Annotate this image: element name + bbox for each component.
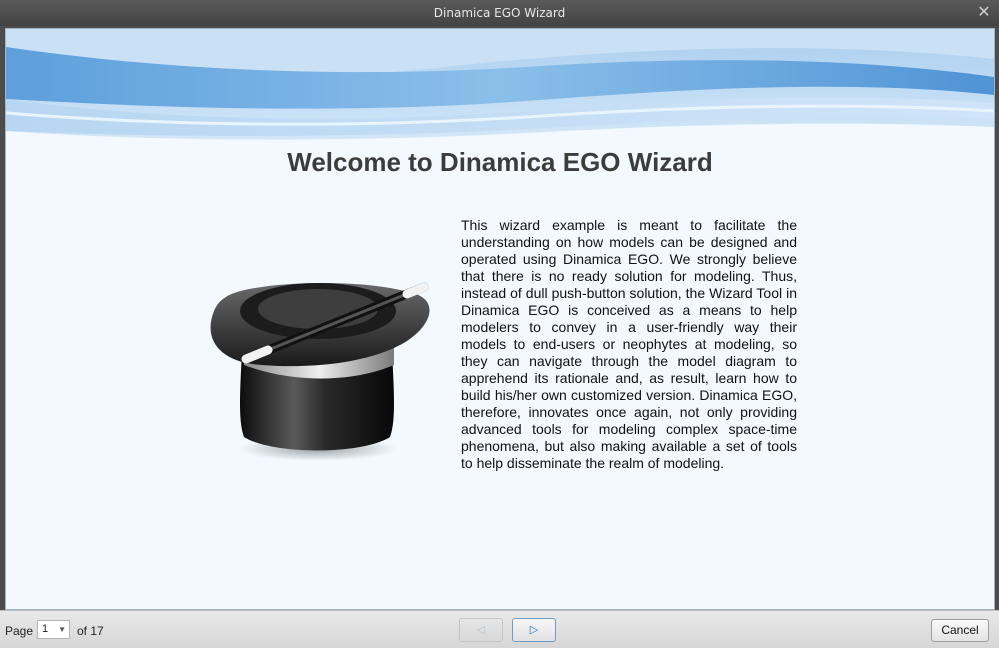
page-label: Page bbox=[5, 624, 34, 638]
wizard-window: Dinamica EGO Wizard ✕ Welcome to Dinamic… bbox=[0, 0, 999, 648]
title-bar: Dinamica EGO Wizard ✕ bbox=[0, 0, 999, 26]
page-selector[interactable]: 1 ▼ bbox=[37, 620, 70, 639]
wizard-footer: Page 1 ▼ of 17 ◁ ▷ Cancel bbox=[0, 610, 999, 648]
next-page-button[interactable]: ▷ bbox=[512, 618, 556, 642]
triangle-left-icon: ◁ bbox=[476, 624, 486, 636]
close-button[interactable]: ✕ bbox=[975, 3, 993, 21]
triangle-right-icon: ▷ bbox=[529, 624, 539, 636]
cancel-button[interactable]: Cancel bbox=[931, 619, 989, 642]
header-banner bbox=[6, 29, 994, 149]
page-selector-value: 1 bbox=[42, 623, 49, 635]
page-count-label: of 17 bbox=[77, 624, 104, 638]
wizard-description: This wizard example is meant to facilita… bbox=[461, 217, 797, 471]
window-title: Dinamica EGO Wizard bbox=[433, 6, 566, 20]
page-heading: Welcome to Dinamica EGO Wizard bbox=[287, 147, 713, 177]
wizard-page: Welcome to Dinamica EGO Wizard This wiza… bbox=[5, 28, 995, 610]
close-icon: ✕ bbox=[977, 2, 991, 21]
previous-page-button[interactable]: ◁ bbox=[459, 618, 503, 642]
chevron-down-icon: ▼ bbox=[58, 625, 66, 634]
magic-hat-with-wand-icon bbox=[210, 282, 430, 461]
